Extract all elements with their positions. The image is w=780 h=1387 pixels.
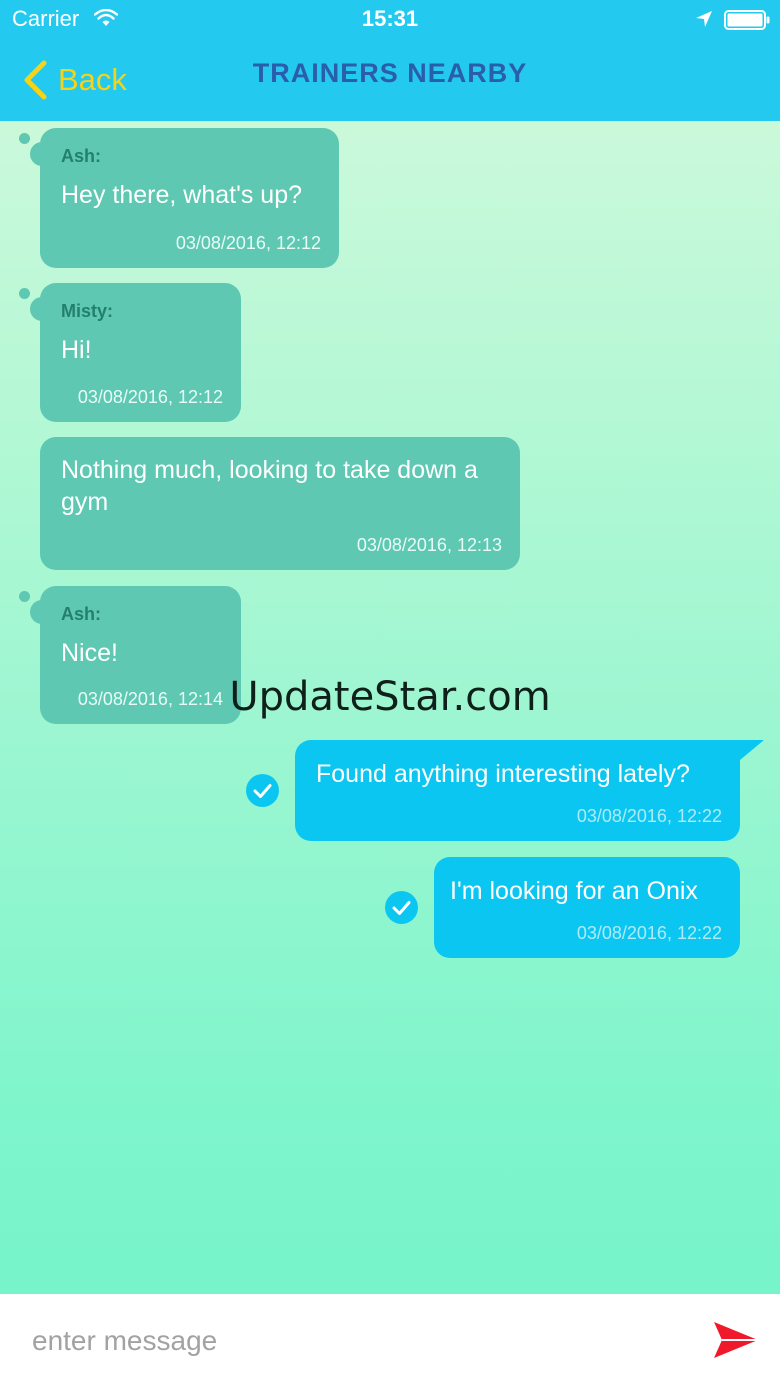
navigation-bar: Carrier 15:31 Back TRAINERS NEARBY	[0, 0, 780, 121]
message-text: I'm looking for an Onix	[450, 877, 698, 905]
check-circle-icon	[246, 774, 279, 807]
message-timestamp: 03/08/2016, 12:13	[356, 535, 502, 555]
message-bubble-outgoing[interactable]: I'm looking for an Onix 03/08/2016, 12:2…	[434, 857, 740, 958]
message-timestamp: 03/08/2016, 12:12	[175, 233, 321, 253]
message-timestamp: 03/08/2016, 12:22	[576, 923, 722, 943]
message-input[interactable]	[30, 1316, 694, 1366]
message-timestamp: 03/08/2016, 12:22	[576, 806, 722, 826]
bubble-tail-dot	[19, 591, 30, 602]
message-sender: Ash:	[61, 146, 101, 166]
message-text: Found anything interesting lately?	[316, 760, 690, 788]
message-bubble-incoming[interactable]: Ash: Hey there, what's up? 03/08/2016, 1…	[40, 128, 339, 268]
location-arrow-icon	[696, 11, 712, 27]
bubble-tail-dot	[19, 133, 30, 144]
message-text: Hey there, what's up?	[61, 181, 303, 209]
message-text: Hi!	[61, 336, 92, 364]
message-sender: Ash:	[61, 604, 101, 624]
status-time: 15:31	[361, 6, 419, 31]
check-circle-icon	[385, 891, 418, 924]
page-title: TRAINERS NEARBY	[252, 58, 528, 88]
send-icon[interactable]	[712, 1320, 760, 1360]
message-composer	[0, 1294, 780, 1387]
message-bubble-incoming[interactable]: Nothing much, looking to take down a gym…	[40, 437, 520, 570]
message-text: Nice!	[61, 639, 118, 667]
message-text: Nothing much, looking to take down a gym	[61, 456, 478, 516]
message-timestamp: 03/08/2016, 12:12	[77, 387, 223, 407]
message-timestamp: 03/08/2016, 12:14	[77, 689, 223, 709]
message-sender: Misty:	[61, 301, 114, 321]
battery-icon	[724, 10, 770, 30]
message-bubble-incoming[interactable]: Misty: Hi! 03/08/2016, 12:12	[40, 283, 241, 422]
bubble-tail-dot	[19, 288, 30, 299]
message-bubble-incoming[interactable]: Ash: Nice! 03/08/2016, 12:14	[40, 586, 241, 724]
chat-screen: Carrier 15:31 Back TRAINERS NEARBY Ash: …	[0, 0, 780, 1387]
message-bubble-outgoing[interactable]: Found anything interesting lately? 03/08…	[295, 740, 740, 841]
